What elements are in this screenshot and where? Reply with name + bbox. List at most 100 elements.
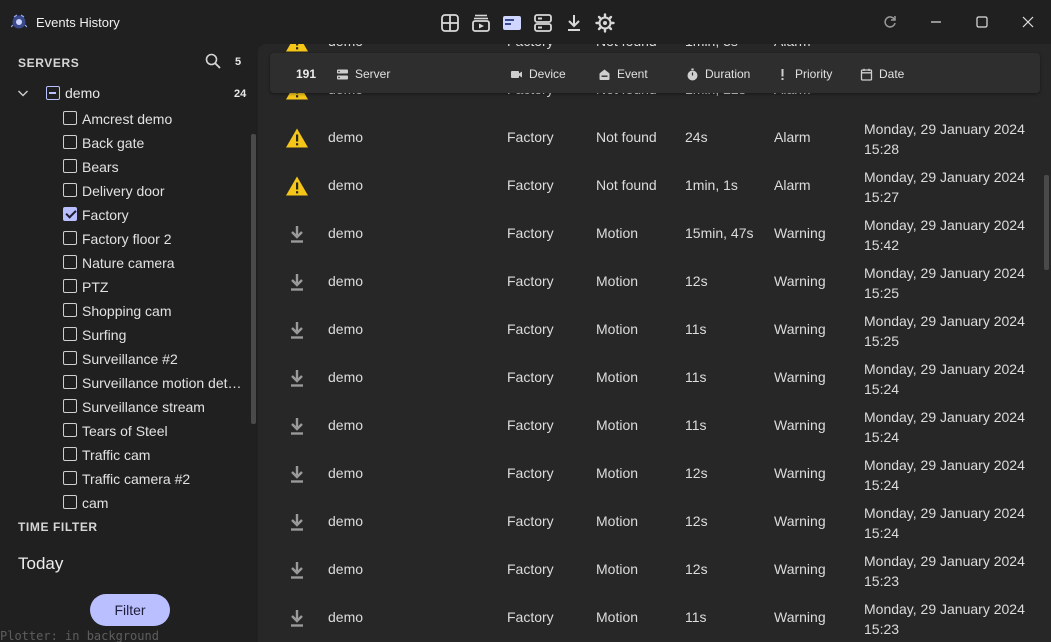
camera-list-item[interactable]: Tears of Steel xyxy=(63,420,243,444)
event-row[interactable]: demo Factory Motion 12s Warning Monday, 29 Ja… xyxy=(258,450,1051,498)
camera-list-item[interactable]: Amcrest demo xyxy=(63,108,243,132)
minimize-button[interactable] xyxy=(913,0,959,44)
event-row[interactable]: demo Factory Motion 12s Warning Monday, 29 Ja… xyxy=(258,546,1051,594)
chevron-down-icon[interactable] xyxy=(16,86,30,100)
event-row[interactable]: demo Factory Motion 11s Warning Monday, 29 Ja… xyxy=(258,402,1051,450)
camera-checkbox[interactable] xyxy=(63,303,77,317)
camera-checkbox[interactable] xyxy=(63,183,77,197)
event-row[interactable]: demo Factory Motion 12s Warning Monday, 29 Ja… xyxy=(258,498,1051,546)
event-server-cell: demo xyxy=(328,177,364,193)
column-duration-label: Duration xyxy=(705,67,751,81)
event-server-cell: demo xyxy=(328,417,364,433)
window-title: Events History xyxy=(36,15,120,30)
event-date-cell: Monday, 29 January 2024 15:24 xyxy=(864,455,1025,495)
search-icon[interactable] xyxy=(205,53,221,69)
table-scrollbar[interactable] xyxy=(1044,175,1049,270)
camera-checkbox[interactable] xyxy=(63,159,77,173)
layouts-button[interactable] xyxy=(531,13,554,33)
server-checkbox[interactable] xyxy=(46,86,60,100)
camera-checkbox[interactable] xyxy=(63,327,77,341)
camera-checkbox[interactable] xyxy=(63,447,77,461)
app-logo-icon xyxy=(11,14,27,29)
camera-list-item[interactable]: Shopping cam xyxy=(63,300,243,324)
server-icon xyxy=(337,69,348,79)
camera-list-item[interactable]: Factory xyxy=(63,204,243,228)
server-tree-item[interactable]: demo 24 xyxy=(16,84,254,104)
event-duration-cell: 24s xyxy=(685,129,708,145)
event-row[interactable]: demo Factory Not found 1min, 1s Alarm Monday,… xyxy=(258,162,1051,210)
event-row[interactable]: demo Factory Motion 12s Warning Monday, 29 Ja… xyxy=(258,258,1051,306)
column-date[interactable]: Date xyxy=(860,67,904,81)
event-device-cell: Factory xyxy=(507,465,554,481)
sidebar-scrollbar[interactable] xyxy=(251,134,256,424)
filter-button[interactable]: Filter xyxy=(90,594,170,626)
camera-checkbox[interactable] xyxy=(63,111,77,125)
download-icon xyxy=(285,511,309,533)
events-history-button[interactable] xyxy=(500,13,523,33)
camera-label: Amcrest demo xyxy=(82,111,173,127)
event-priority-cell: Alarm xyxy=(774,129,811,145)
refresh-button[interactable] xyxy=(867,0,913,44)
camera-list-item[interactable]: Nature camera xyxy=(63,252,243,276)
camera-checkbox[interactable] xyxy=(63,135,77,149)
time-filter-value[interactable]: Today xyxy=(18,554,63,574)
column-device[interactable]: Device xyxy=(510,67,566,81)
download-icon xyxy=(285,463,309,485)
camera-checkbox[interactable] xyxy=(63,471,77,485)
event-row[interactable]: demo Factory Not found 24s Alarm Monday, 29 J… xyxy=(258,114,1051,162)
grid-layout-button[interactable] xyxy=(438,13,461,33)
event-date-cell: Monday, 29 January 2024 15:25 xyxy=(864,311,1025,351)
camera-list-item[interactable]: Delivery door xyxy=(63,180,243,204)
camera-list-item[interactable]: PTZ xyxy=(63,276,243,300)
event-duration-cell: 1min, 1s xyxy=(685,177,738,193)
camera-list-item[interactable]: Traffic camera #2 xyxy=(63,468,243,492)
event-device-cell: Factory xyxy=(507,321,554,337)
camera-list-item[interactable]: Surveillance motion detection xyxy=(63,372,243,396)
close-button[interactable] xyxy=(1005,0,1051,44)
event-type-cell: Not found xyxy=(596,129,657,145)
camera-list-item[interactable]: Surveillance stream xyxy=(63,396,243,420)
maximize-button[interactable] xyxy=(959,0,1005,44)
camera-checkbox[interactable] xyxy=(63,495,77,509)
camera-list-item[interactable]: Bears xyxy=(63,156,243,180)
event-type-cell: Motion xyxy=(596,369,639,385)
camera-checkbox[interactable] xyxy=(63,351,77,365)
camera-list-item[interactable]: Traffic cam xyxy=(63,444,243,468)
camera-list: Amcrest demo Back gate Bears Delivery door F… xyxy=(63,108,243,516)
event-duration-cell: 12s xyxy=(685,513,708,529)
event-row[interactable]: demo Factory Motion 11s Warning Monday, 29 Ja… xyxy=(258,354,1051,402)
column-event[interactable]: Event xyxy=(598,67,648,81)
event-row[interactable]: demo Factory Motion 11s Warning Monday, 29 Ja… xyxy=(258,306,1051,354)
event-type-cell: Motion xyxy=(596,417,639,433)
stopwatch-icon xyxy=(687,68,698,80)
camera-checkbox[interactable] xyxy=(63,255,77,269)
camera-checkbox[interactable] xyxy=(63,399,77,413)
camera-checkbox[interactable] xyxy=(63,423,77,437)
camera-checkbox[interactable] xyxy=(63,375,77,389)
settings-button[interactable] xyxy=(593,13,616,33)
download-icon xyxy=(285,607,309,629)
download-button[interactable] xyxy=(562,13,585,33)
camera-list-item[interactable]: Surveillance #2 xyxy=(63,348,243,372)
event-priority-cell: Warning xyxy=(774,369,826,385)
title-bar: Events History xyxy=(0,0,1051,44)
column-priority[interactable]: Priority xyxy=(776,67,832,81)
event-row[interactable]: demo Factory Motion 15min, 47s Warning Monday… xyxy=(258,210,1051,258)
event-priority-cell: Warning xyxy=(774,609,826,625)
camera-label: Surveillance stream xyxy=(82,399,205,415)
camera-checkbox[interactable] xyxy=(63,279,77,293)
camera-checkbox[interactable] xyxy=(63,207,77,221)
camera-list-item[interactable]: cam xyxy=(63,492,243,516)
camera-list-item[interactable]: Surfing xyxy=(63,324,243,348)
event-server-cell: demo xyxy=(328,465,364,481)
camera-list-item[interactable]: Back gate xyxy=(63,132,243,156)
event-priority-cell: Warning xyxy=(774,465,826,481)
playback-button[interactable] xyxy=(469,13,492,33)
event-row[interactable]: demo Factory Motion 11s Warning Monday, 29 Ja… xyxy=(258,594,1051,642)
event-type-cell: Motion xyxy=(596,321,639,337)
camera-checkbox[interactable] xyxy=(63,231,77,245)
event-duration-cell: 15min, 47s xyxy=(685,225,754,241)
column-duration[interactable]: Duration xyxy=(686,67,750,81)
column-server[interactable]: Server xyxy=(336,67,390,81)
camera-list-item[interactable]: Factory floor 2 xyxy=(63,228,243,252)
